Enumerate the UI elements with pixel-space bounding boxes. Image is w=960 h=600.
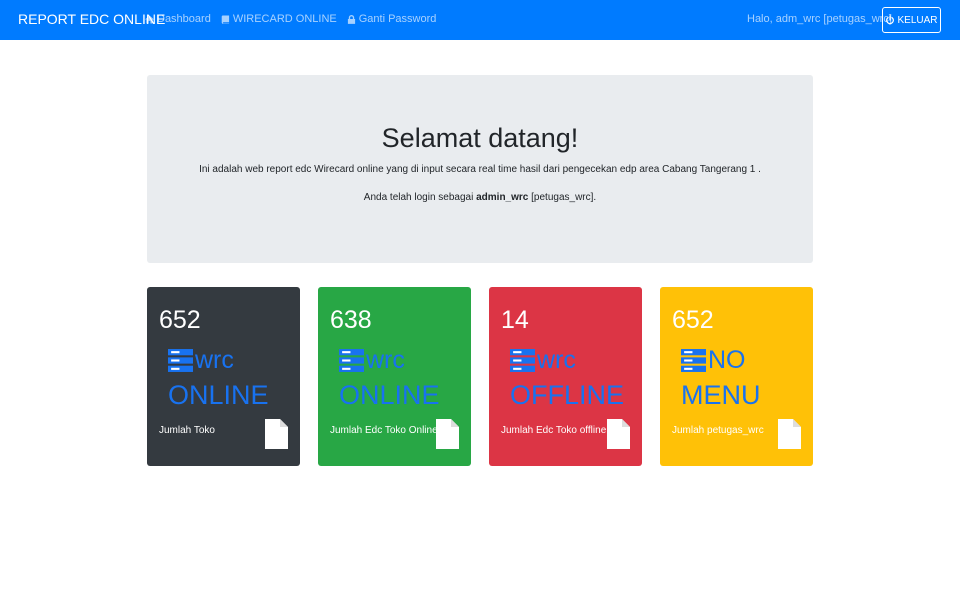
stat-count: 638 <box>330 306 372 334</box>
file-icon[interactable] <box>778 419 801 449</box>
stat-label: Jumlah petugas_wrc <box>672 425 764 436</box>
stat-title: NO <box>681 345 746 375</box>
server-icon <box>510 348 535 372</box>
login-info: Anda telah login sebagai admin_wrc [petu… <box>147 192 813 203</box>
login-username: admin_wrc <box>476 192 529 203</box>
logout-button[interactable]: KELUAR <box>882 7 941 33</box>
book-icon <box>221 14 229 24</box>
nav-link-ganti-password[interactable]: Ganti Password <box>347 13 437 25</box>
stat-title-line2: ONLINE <box>339 380 440 410</box>
stat-card-petugas[interactable]: 652 NO MENU Jumlah petugas_wrc <box>660 287 813 466</box>
stat-title-line1: wrc <box>195 346 234 374</box>
stat-count: 14 <box>501 306 529 334</box>
welcome-jumbotron: Selamat datang! Ini adalah web report ed… <box>147 75 813 263</box>
stat-card-edc-online[interactable]: 638 wrc ONLINE Jumlah Edc Toko Online <box>318 287 471 466</box>
nav-link-label: WIRECARD ONLINE <box>232 13 337 25</box>
server-icon <box>681 348 706 372</box>
stat-title-line2: MENU <box>681 380 761 410</box>
welcome-title: Selamat datang! <box>381 123 579 153</box>
stat-title-line2: OFFLINE <box>510 380 625 410</box>
file-icon[interactable] <box>436 419 459 449</box>
stat-title: wrc <box>510 345 576 375</box>
stat-title: wrc <box>339 345 405 375</box>
power-icon <box>886 15 895 25</box>
lock-icon <box>347 14 355 24</box>
stat-label: Jumlah Edc Toko offline <box>501 425 607 436</box>
nav-link-label: Dashboard <box>157 13 211 25</box>
stat-label: Jumlah Edc Toko Online <box>330 425 438 436</box>
navbar-brand[interactable]: REPORT EDC ONLINE <box>18 11 165 27</box>
file-icon[interactable] <box>607 419 630 449</box>
navbar: REPORT EDC ONLINE Dashboard WIRECARD ONL… <box>0 0 960 40</box>
stat-count: 652 <box>159 306 201 334</box>
stat-title: wrc <box>168 345 234 375</box>
stat-title-line1: wrc <box>537 346 576 374</box>
server-icon <box>339 348 364 372</box>
user-greeting: Halo, adm_wrc [petugas_wrc] <box>747 13 892 25</box>
server-icon <box>168 348 193 372</box>
stat-title-line2: ONLINE <box>168 380 269 410</box>
home-icon <box>145 14 154 24</box>
stat-label: Jumlah Toko <box>159 425 215 436</box>
nav-links: Dashboard WIRECARD ONLINE Ganti Password <box>145 13 436 25</box>
nav-link-wirecard-online[interactable]: WIRECARD ONLINE <box>221 13 337 25</box>
file-icon[interactable] <box>265 419 288 449</box>
stat-count: 652 <box>672 306 714 334</box>
stat-title-line1: wrc <box>366 346 405 374</box>
nav-link-dashboard[interactable]: Dashboard <box>145 13 211 25</box>
stat-card-jumlah-toko[interactable]: 652 wrc ONLINE Jumlah Toko <box>147 287 300 466</box>
login-suffix: [petugas_wrc]. <box>531 192 597 203</box>
stat-card-edc-offline[interactable]: 14 wrc OFFLINE Jumlah Edc Toko offline <box>489 287 642 466</box>
welcome-description: Ini adalah web report edc Wirecard onlin… <box>199 164 761 175</box>
stat-title-line1: NO <box>708 346 746 374</box>
login-prefix: Anda telah login sebagai <box>363 192 474 203</box>
nav-link-label: Ganti Password <box>358 13 437 25</box>
logout-label: KELUAR <box>897 14 938 26</box>
